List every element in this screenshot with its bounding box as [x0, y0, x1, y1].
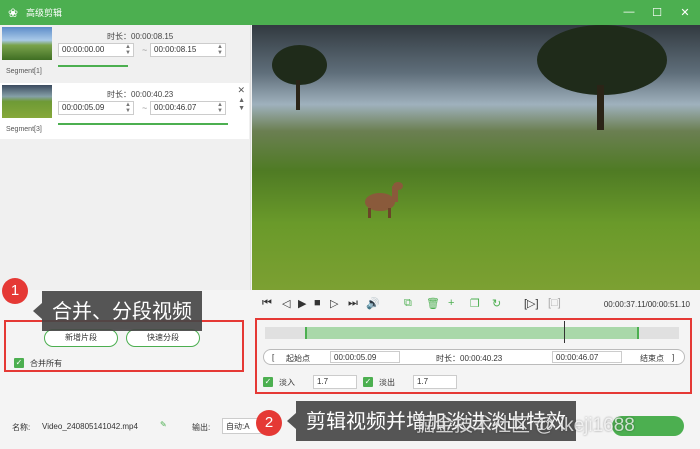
video-preview[interactable] — [252, 25, 700, 290]
edit-name-icon[interactable]: ✎ — [160, 420, 167, 429]
mark-in-icon[interactable]: [▷] — [524, 297, 539, 310]
step-forward-icon[interactable]: ▷ — [330, 297, 338, 310]
segment-delete-icon[interactable]: ✕ — [237, 85, 245, 96]
annotation-callout-1: 合并、分段视频 — [33, 291, 202, 331]
title-bar: ❀ 高级剪辑 — ☐ ✕ — [0, 0, 700, 25]
annotation-box-2 — [255, 318, 692, 394]
copy-icon[interactable]: ❐ — [470, 297, 480, 310]
annotation-badge-2: 2 — [256, 410, 282, 436]
output-label: 输出: — [192, 423, 211, 432]
segment-reorder-icon[interactable]: ▲ ▼ — [238, 97, 245, 113]
skip-start-icon[interactable]: ⏮ — [262, 297, 272, 310]
add-icon[interactable]: + — [448, 297, 454, 309]
name-label: 名称: — [12, 423, 31, 432]
split-icon[interactable]: ⧉ — [404, 297, 412, 310]
segment-end-input[interactable]: 00:00:08.15 ▲ ▼ — [150, 43, 226, 57]
watermark: 掘金技术社区 @ ikeji1688 — [416, 415, 635, 436]
minimize-icon[interactable]: — — [622, 4, 636, 20]
filename-text: Video_240805141042.mp4 — [42, 422, 138, 431]
step-back-icon[interactable]: ◁ — [282, 297, 290, 310]
segment-start-input[interactable]: 00:00:00.00 ▲ ▼ — [58, 43, 134, 57]
skip-end-icon[interactable]: ⏭ — [348, 297, 358, 310]
segment-label: Segment[3] — [6, 126, 42, 133]
segment-duration: 时长：00:00:08.15 — [107, 32, 174, 41]
segment-list: Segment[1] 时长：00:00:08.15 00:00:00.00 ▲ ▼ … — [0, 25, 251, 290]
volume-icon[interactable]: 🔊 — [366, 297, 380, 310]
segment-item[interactable]: Segment[3] 时长：00:00:40.23 00:00:05.09 ▲ ▼ … — [0, 83, 249, 139]
annotation-badge-1: 1 — [2, 278, 28, 304]
scene-deer — [365, 182, 403, 218]
stop-icon[interactable]: ■ — [314, 297, 321, 309]
segment-start-input[interactable]: 00:00:05.09 ▲ ▼ — [58, 101, 134, 115]
maximize-icon[interactable]: ☐ — [650, 4, 664, 20]
segment-thumbnail — [2, 27, 52, 60]
play-icon[interactable]: ▶ — [298, 297, 306, 310]
segment-label: Segment[1] — [6, 68, 42, 75]
segment-duration: 时长：00:00:40.23 — [107, 90, 174, 99]
segment-end-input[interactable]: 00:00:46.07 ▲ ▼ — [150, 101, 226, 115]
segment-progress — [58, 123, 228, 125]
segment-progress — [58, 65, 128, 67]
reset-icon[interactable]: ↻ — [492, 297, 501, 310]
segment-item[interactable]: Segment[1] 时长：00:00:08.15 00:00:00.00 ▲ ▼ … — [0, 25, 249, 81]
time-readout: 00:00:37.11/00:00:51.10 — [603, 300, 690, 309]
window-title: 高级剪辑 — [26, 8, 63, 18]
close-icon[interactable]: ✕ — [678, 4, 692, 20]
segment-thumbnail — [2, 85, 52, 118]
mark-out-icon[interactable]: [□] — [548, 297, 561, 309]
app-logo-icon: ❀ — [7, 5, 19, 20]
scene-tree — [272, 45, 327, 85]
player-controls: ⏮ ◁ ▶ ■ ▷ ⏭ 🔊 ⧉ 🗑 + ❐ ↻ [▷] [□] 00:00:37… — [252, 292, 700, 316]
delete-icon[interactable]: 🗑 — [426, 297, 440, 310]
